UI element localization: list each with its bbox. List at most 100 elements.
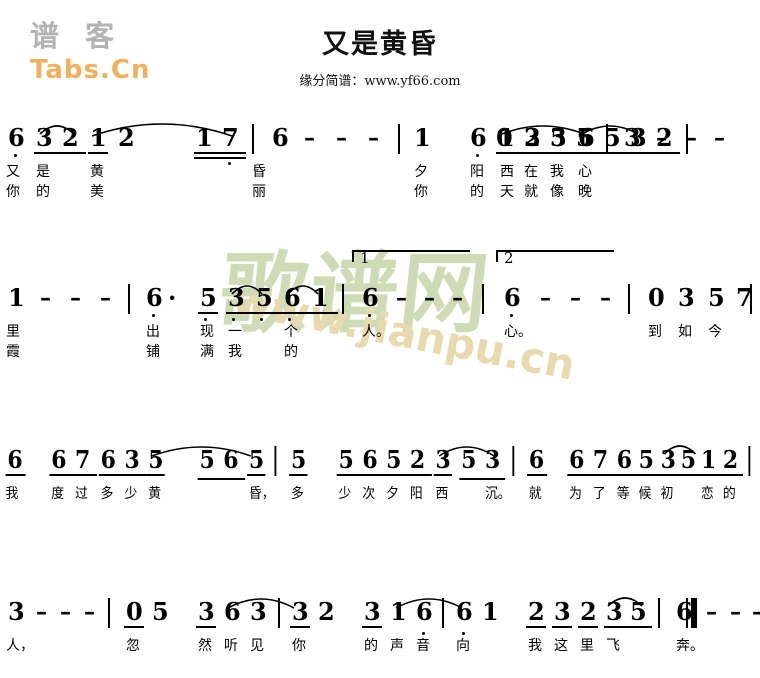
beam-line <box>433 474 453 476</box>
lyric-syllable: 多 <box>100 486 114 502</box>
note-3: 3 <box>364 597 381 626</box>
lyric-syllable: 阳 <box>470 164 484 180</box>
duration-dash: – <box>424 285 435 311</box>
note-6: 6 <box>7 445 23 474</box>
lyric-syllable: 次 <box>362 486 376 502</box>
lyric-syllable: 人， <box>6 638 34 654</box>
slur-arc <box>581 120 639 135</box>
note-3: 3 <box>124 445 140 474</box>
beam-line <box>34 152 86 154</box>
duration-dash: – <box>368 125 379 151</box>
duration-dash: – <box>40 285 51 311</box>
lyric-syllable: 然 <box>198 638 212 654</box>
lyric-syllable: 多 <box>290 486 304 502</box>
lyric-syllable: 音 <box>416 638 430 654</box>
slur-arc <box>231 280 263 295</box>
note-2: 2 <box>722 445 739 474</box>
lyric-syllable: 这 <box>554 638 568 654</box>
note-6: 6 <box>470 123 487 152</box>
lyric-syllable: 我 <box>528 638 542 654</box>
slur-arc <box>227 592 295 609</box>
octave-dot <box>368 314 371 317</box>
lyrics-row-2: 就像晚 <box>488 184 760 204</box>
duration-dash: – <box>36 599 47 625</box>
lyric-syllable: 我 <box>228 344 242 360</box>
lyric-syllable: 恋 <box>700 486 714 502</box>
note-0: 0 <box>496 123 513 152</box>
note-6: 6 <box>569 445 585 474</box>
duration-dash: – <box>752 600 760 624</box>
beam-line <box>88 152 108 154</box>
duration-dash: – <box>706 599 717 625</box>
beam-line <box>196 626 216 628</box>
note-6: 6 <box>100 445 116 474</box>
note-5: 5 <box>290 445 307 474</box>
lyric-syllable: 的 <box>722 486 736 502</box>
lyric-syllable: 是 <box>36 164 50 180</box>
note-2: 2 <box>528 597 545 626</box>
lyric-syllable: 像 <box>550 184 564 200</box>
lyric-syllable: 的 <box>284 344 298 360</box>
note-6: 6 <box>51 445 67 474</box>
slur-arc <box>91 114 233 137</box>
duration-dash: – <box>100 285 111 311</box>
beam-line <box>362 626 382 628</box>
slur-arc <box>395 592 463 609</box>
volta-number: 1 <box>360 249 370 267</box>
page-header: 谱 客 Tabs.Cn 又是黄昏 缘分简谱：www.yf66.com <box>0 0 760 110</box>
note-3: 3 <box>554 597 571 626</box>
lyric-syllable: 出 <box>146 324 160 340</box>
augmentation-dot: · <box>168 283 177 312</box>
octave-dot <box>510 314 513 317</box>
lyric-syllable: 美 <box>90 184 104 200</box>
note-6: 6 <box>528 445 545 474</box>
lyric-syllable: 的 <box>36 184 50 200</box>
octave-dot <box>204 318 207 321</box>
music-system: 3–––053633231661232356–––人，忽然听见你的声音向我这里飞… <box>0 592 760 678</box>
lyric-syllable: 里 <box>6 324 20 340</box>
note-2: 2 <box>656 123 673 152</box>
lyric-syllable: 人。 <box>362 324 390 340</box>
note-5: 5 <box>338 445 354 474</box>
note-6: 6 <box>146 283 163 312</box>
lyric-syllable: 里 <box>580 638 594 654</box>
duration-dash: – <box>540 285 551 311</box>
lyric-syllable: 夕 <box>386 486 399 502</box>
note-1: 1 <box>414 123 431 152</box>
page-subtitle: 缘分简谱：www.yf66.com <box>299 74 461 89</box>
lyric-syllable: 心。 <box>504 324 532 340</box>
note-7: 7 <box>592 445 609 474</box>
beam-line <box>576 152 680 154</box>
lyric-syllable: 满 <box>200 344 214 360</box>
duration-dash: – <box>600 285 611 311</box>
lyric-syllable: 少 <box>124 486 138 502</box>
lyric-syllable: 黄 <box>148 486 162 502</box>
beam-line <box>459 478 506 480</box>
octave-dot <box>462 632 465 635</box>
lyric-syllable: 的 <box>364 638 378 654</box>
note-2: 2 <box>318 597 335 626</box>
note-5: 5 <box>550 123 567 152</box>
lyric-syllable: 飞 <box>606 638 620 654</box>
note-5: 5 <box>708 283 725 312</box>
beam-line <box>49 474 97 476</box>
lyric-syllable: 听 <box>224 638 238 654</box>
slur-arc <box>39 120 75 135</box>
note-3: 3 <box>678 283 695 312</box>
octave-dot <box>288 318 291 321</box>
note-0: 0 <box>648 283 665 312</box>
lyric-syllable: 我 <box>5 486 19 502</box>
lyric-syllable: 声 <box>390 638 404 654</box>
lyric-syllable: 西 <box>435 486 449 502</box>
lyric-syllable: 你 <box>292 638 306 654</box>
lyric-syllable: 一 <box>228 324 242 340</box>
note-5: 5 <box>386 445 402 474</box>
beam-line <box>567 474 617 476</box>
lyric-syllable: 就 <box>528 486 542 502</box>
lyric-syllable: 现 <box>200 324 214 340</box>
lyric-syllable: 在 <box>524 164 538 180</box>
beam-line <box>552 626 572 628</box>
beam-line <box>658 474 701 476</box>
lyric-syllable: 候 <box>638 486 652 502</box>
music-system: 6 6 7 6 3 5 5 6 5 5 5 6 5 2 3 5 3 6 6 7 6 5 3 5 1 2 我度过多少黄昏，多少次夕阳西… <box>0 440 751 526</box>
